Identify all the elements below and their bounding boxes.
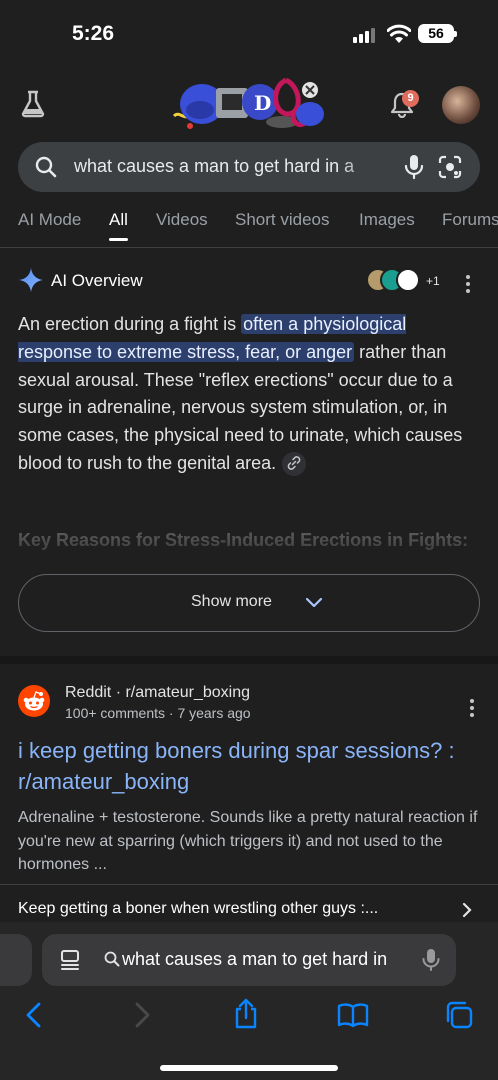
cellular-signal-icon [353, 27, 377, 43]
bookmarks-icon[interactable] [337, 1002, 369, 1028]
section-divider [0, 656, 498, 664]
voice-search-mic-icon[interactable] [404, 154, 424, 180]
labs-flask-icon[interactable] [20, 90, 46, 118]
result-meta: 100+ comments · 7 years ago [65, 705, 251, 721]
result-more-options-icon[interactable] [470, 699, 474, 720]
ai-sparkle-icon [19, 268, 43, 292]
chevron-down-icon [305, 597, 323, 608]
account-avatar[interactable] [442, 86, 480, 124]
ai-text-before: An erection during a fight is [18, 314, 242, 334]
tab-ai-mode[interactable]: AI Mode [18, 210, 81, 230]
battery-indicator: 56 [418, 24, 457, 43]
forward-icon[interactable] [132, 1000, 152, 1030]
search-query-text[interactable]: what causes a man to get hard in a [74, 156, 386, 177]
svg-text:D: D [254, 91, 271, 115]
page-menu-icon[interactable] [60, 949, 80, 971]
ai-sources-more-count: +1 [426, 274, 440, 288]
share-icon[interactable] [232, 998, 260, 1030]
ai-faded-heading: Key Reasons for Stress-Induced Erections… [18, 530, 469, 550]
search-icon [35, 156, 57, 178]
search-mode-tabs: AI Mode All Videos Short videos Images F… [0, 200, 498, 248]
tab-all[interactable]: All [109, 210, 128, 241]
show-more-label: Show more [191, 593, 272, 610]
source-avatar [396, 268, 420, 292]
result-site-name[interactable]: Reddit · r/amateur_boxing [65, 684, 250, 702]
ai-sources-avatars[interactable] [366, 268, 426, 292]
source-link-icon[interactable] [282, 452, 307, 477]
google-lens-icon[interactable] [438, 155, 462, 179]
result-title-link[interactable]: i keep getting boners during spar sessio… [18, 735, 488, 797]
tab-images[interactable]: Images [359, 210, 415, 230]
tabs-overview-icon[interactable] [444, 1000, 474, 1030]
reddit-logo-icon [18, 685, 50, 717]
ai-overview-more-options-icon[interactable] [466, 275, 470, 296]
address-bar-text[interactable]: what causes a man to get hard in [122, 949, 387, 970]
status-bar: 5:26 56 [0, 0, 498, 66]
wifi-icon [387, 24, 411, 43]
show-more-button[interactable]: Show more [18, 574, 480, 632]
home-indicator[interactable] [160, 1065, 338, 1071]
search-box[interactable]: what causes a man to get hard in a [18, 142, 480, 192]
notification-count-badge: 9 [402, 90, 419, 107]
tab-short-videos[interactable]: Short videos [235, 210, 330, 230]
ai-overview-body: An erection during a fight is often a ph… [18, 311, 480, 478]
chevron-right-icon [462, 902, 472, 918]
tab-videos[interactable]: Videos [156, 210, 208, 230]
previous-tab-pill[interactable] [0, 934, 32, 986]
related-thread-label: Keep getting a boner when wrestling othe… [18, 900, 379, 917]
address-search-icon [104, 951, 120, 967]
tab-forums[interactable]: Forums [442, 210, 498, 230]
status-time: 5:26 [72, 22, 115, 45]
google-doodle-logo[interactable]: D [170, 74, 330, 136]
result-snippet: Adrenaline + testosterone. Sounds like a… [18, 809, 478, 873]
dictation-mic-icon[interactable] [422, 948, 440, 972]
back-icon[interactable] [24, 1000, 44, 1030]
address-bar[interactable]: what causes a man to get hard in [42, 934, 456, 986]
ai-overview-title: AI Overview [51, 271, 143, 290]
